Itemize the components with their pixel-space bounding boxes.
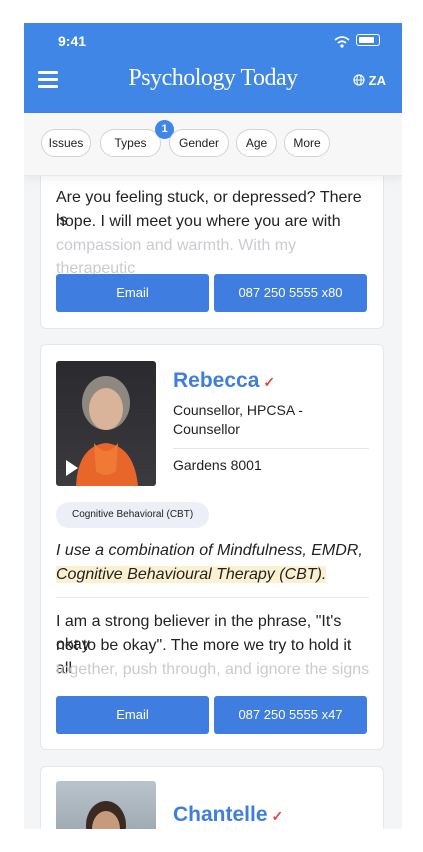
divider — [173, 448, 369, 449]
brand-logo[interactable]: Psychology Today — [24, 65, 402, 92]
personal-statement-line: Cognitive Behavioural Therapy (CBT). — [56, 563, 376, 587]
card-snippet-line: hope. I will meet you where you are with — [56, 213, 341, 230]
therapist-photo[interactable] — [56, 361, 156, 486]
specialty-tag: Cognitive Behavioral (CBT) — [56, 502, 210, 528]
filter-more[interactable]: More — [284, 129, 330, 157]
therapist-photo[interactable] — [56, 781, 156, 829]
phone-button[interactable]: 087 250 5555 x80 — [214, 274, 367, 312]
email-button[interactable]: Email — [56, 274, 209, 312]
filter-bar: Issues Types 1 Gender Age More — [24, 113, 402, 176]
email-button[interactable]: Email — [56, 696, 209, 734]
highlighted-text: Cognitive Behavioural Therapy (CBT). — [56, 566, 327, 583]
filter-gender[interactable]: Gender — [169, 129, 229, 157]
filter-types[interactable]: Types 1 — [100, 120, 174, 157]
filter-issues[interactable]: Issues — [41, 129, 91, 157]
wifi-icon — [334, 33, 356, 48]
status-icons — [334, 33, 380, 48]
phone-button[interactable]: 087 250 5555 x47 — [214, 696, 367, 734]
divider — [56, 597, 369, 598]
top-bar: 9:41 Psychology Today ZA — [24, 23, 402, 113]
therapist-name-label: Chantelle — [173, 803, 268, 826]
filter-age[interactable]: Age — [236, 129, 277, 157]
region-selector[interactable]: ZA — [353, 73, 386, 88]
therapist-name-label: Rebecca — [173, 369, 260, 392]
verified-check-icon: ✓ — [271, 808, 284, 824]
globe-icon — [353, 73, 369, 88]
therapist-card[interactable]: Are you feeling stuck, or depressed? The… — [40, 153, 384, 329]
therapist-card[interactable]: Rebecca ✓ Counsellor, HPCSA - Counsellor … — [40, 344, 384, 750]
region-label: ZA — [368, 73, 386, 88]
therapist-title: Counsellor, HPCSA - Counsellor — [173, 402, 303, 437]
app-screen: 9:41 Psychology Today ZA Issues Types 1 … — [24, 23, 402, 829]
battery-icon — [356, 34, 380, 46]
therapist-card[interactable]: Chantelle ✓ — [40, 766, 384, 829]
card-snippet-line: together, push through, and ignore the s… — [56, 661, 370, 678]
verified-check-icon: ✓ — [263, 374, 276, 390]
therapist-name[interactable]: Chantelle ✓ — [173, 803, 283, 827]
therapist-name[interactable]: Rebecca ✓ — [173, 369, 275, 393]
therapist-location: Gardens 8001 — [173, 457, 262, 473]
play-icon[interactable] — [66, 460, 78, 476]
filter-types-label: Types — [114, 136, 147, 150]
status-time: 9:41 — [58, 33, 87, 49]
